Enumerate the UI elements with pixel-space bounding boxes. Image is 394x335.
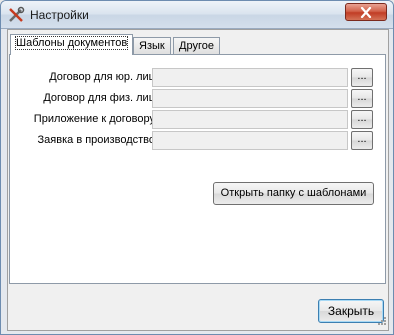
contract-appendix-field[interactable] xyxy=(152,110,348,129)
close-window-button[interactable] xyxy=(345,3,387,21)
tab-document-templates[interactable]: Шаблоны документов xyxy=(10,34,134,55)
tab-bar: Шаблоны документов Язык Другое xyxy=(8,34,388,55)
tab-other[interactable]: Другое xyxy=(173,37,220,54)
open-templates-folder-button[interactable]: Открыть папку с шаблонами xyxy=(213,182,374,205)
production-request-label: Заявка в производство xyxy=(37,134,155,146)
settings-dialog: Настройки Шаблоны документов Язык Другое… xyxy=(0,0,394,335)
settings-tools-icon xyxy=(7,6,25,24)
contract-legal-entities-label: Договор для юр. лиц xyxy=(49,71,155,83)
contract-legal-entities-field[interactable] xyxy=(152,68,348,87)
tab-label: Шаблоны документов xyxy=(14,36,129,50)
window-title: Настройки xyxy=(30,8,89,22)
title-bar[interactable]: Настройки xyxy=(1,1,393,29)
browse-contract-legal-entities-button[interactable]: ... xyxy=(351,68,373,87)
resize-grip-icon[interactable] xyxy=(376,315,386,328)
production-request-field[interactable] xyxy=(152,131,348,150)
dialog-body: Шаблоны документов Язык Другое Договор д… xyxy=(7,29,389,331)
document-templates-panel: Договор для юр. лиц ... Договор для физ.… xyxy=(9,54,386,284)
contract-individuals-label: Договор для физ. лиц xyxy=(43,92,155,104)
browse-production-request-button[interactable]: ... xyxy=(351,131,373,150)
close-icon xyxy=(360,7,372,18)
browse-contract-individuals-button[interactable]: ... xyxy=(351,89,373,108)
tab-language[interactable]: Язык xyxy=(133,37,171,54)
close-button[interactable]: Закрыть xyxy=(318,299,384,323)
tab-label: Другое xyxy=(179,40,214,52)
contract-appendix-label: Приложение к договору xyxy=(33,113,155,125)
browse-contract-appendix-button[interactable]: ... xyxy=(351,110,373,129)
contract-individuals-field[interactable] xyxy=(152,89,348,108)
tab-label: Язык xyxy=(139,40,165,52)
